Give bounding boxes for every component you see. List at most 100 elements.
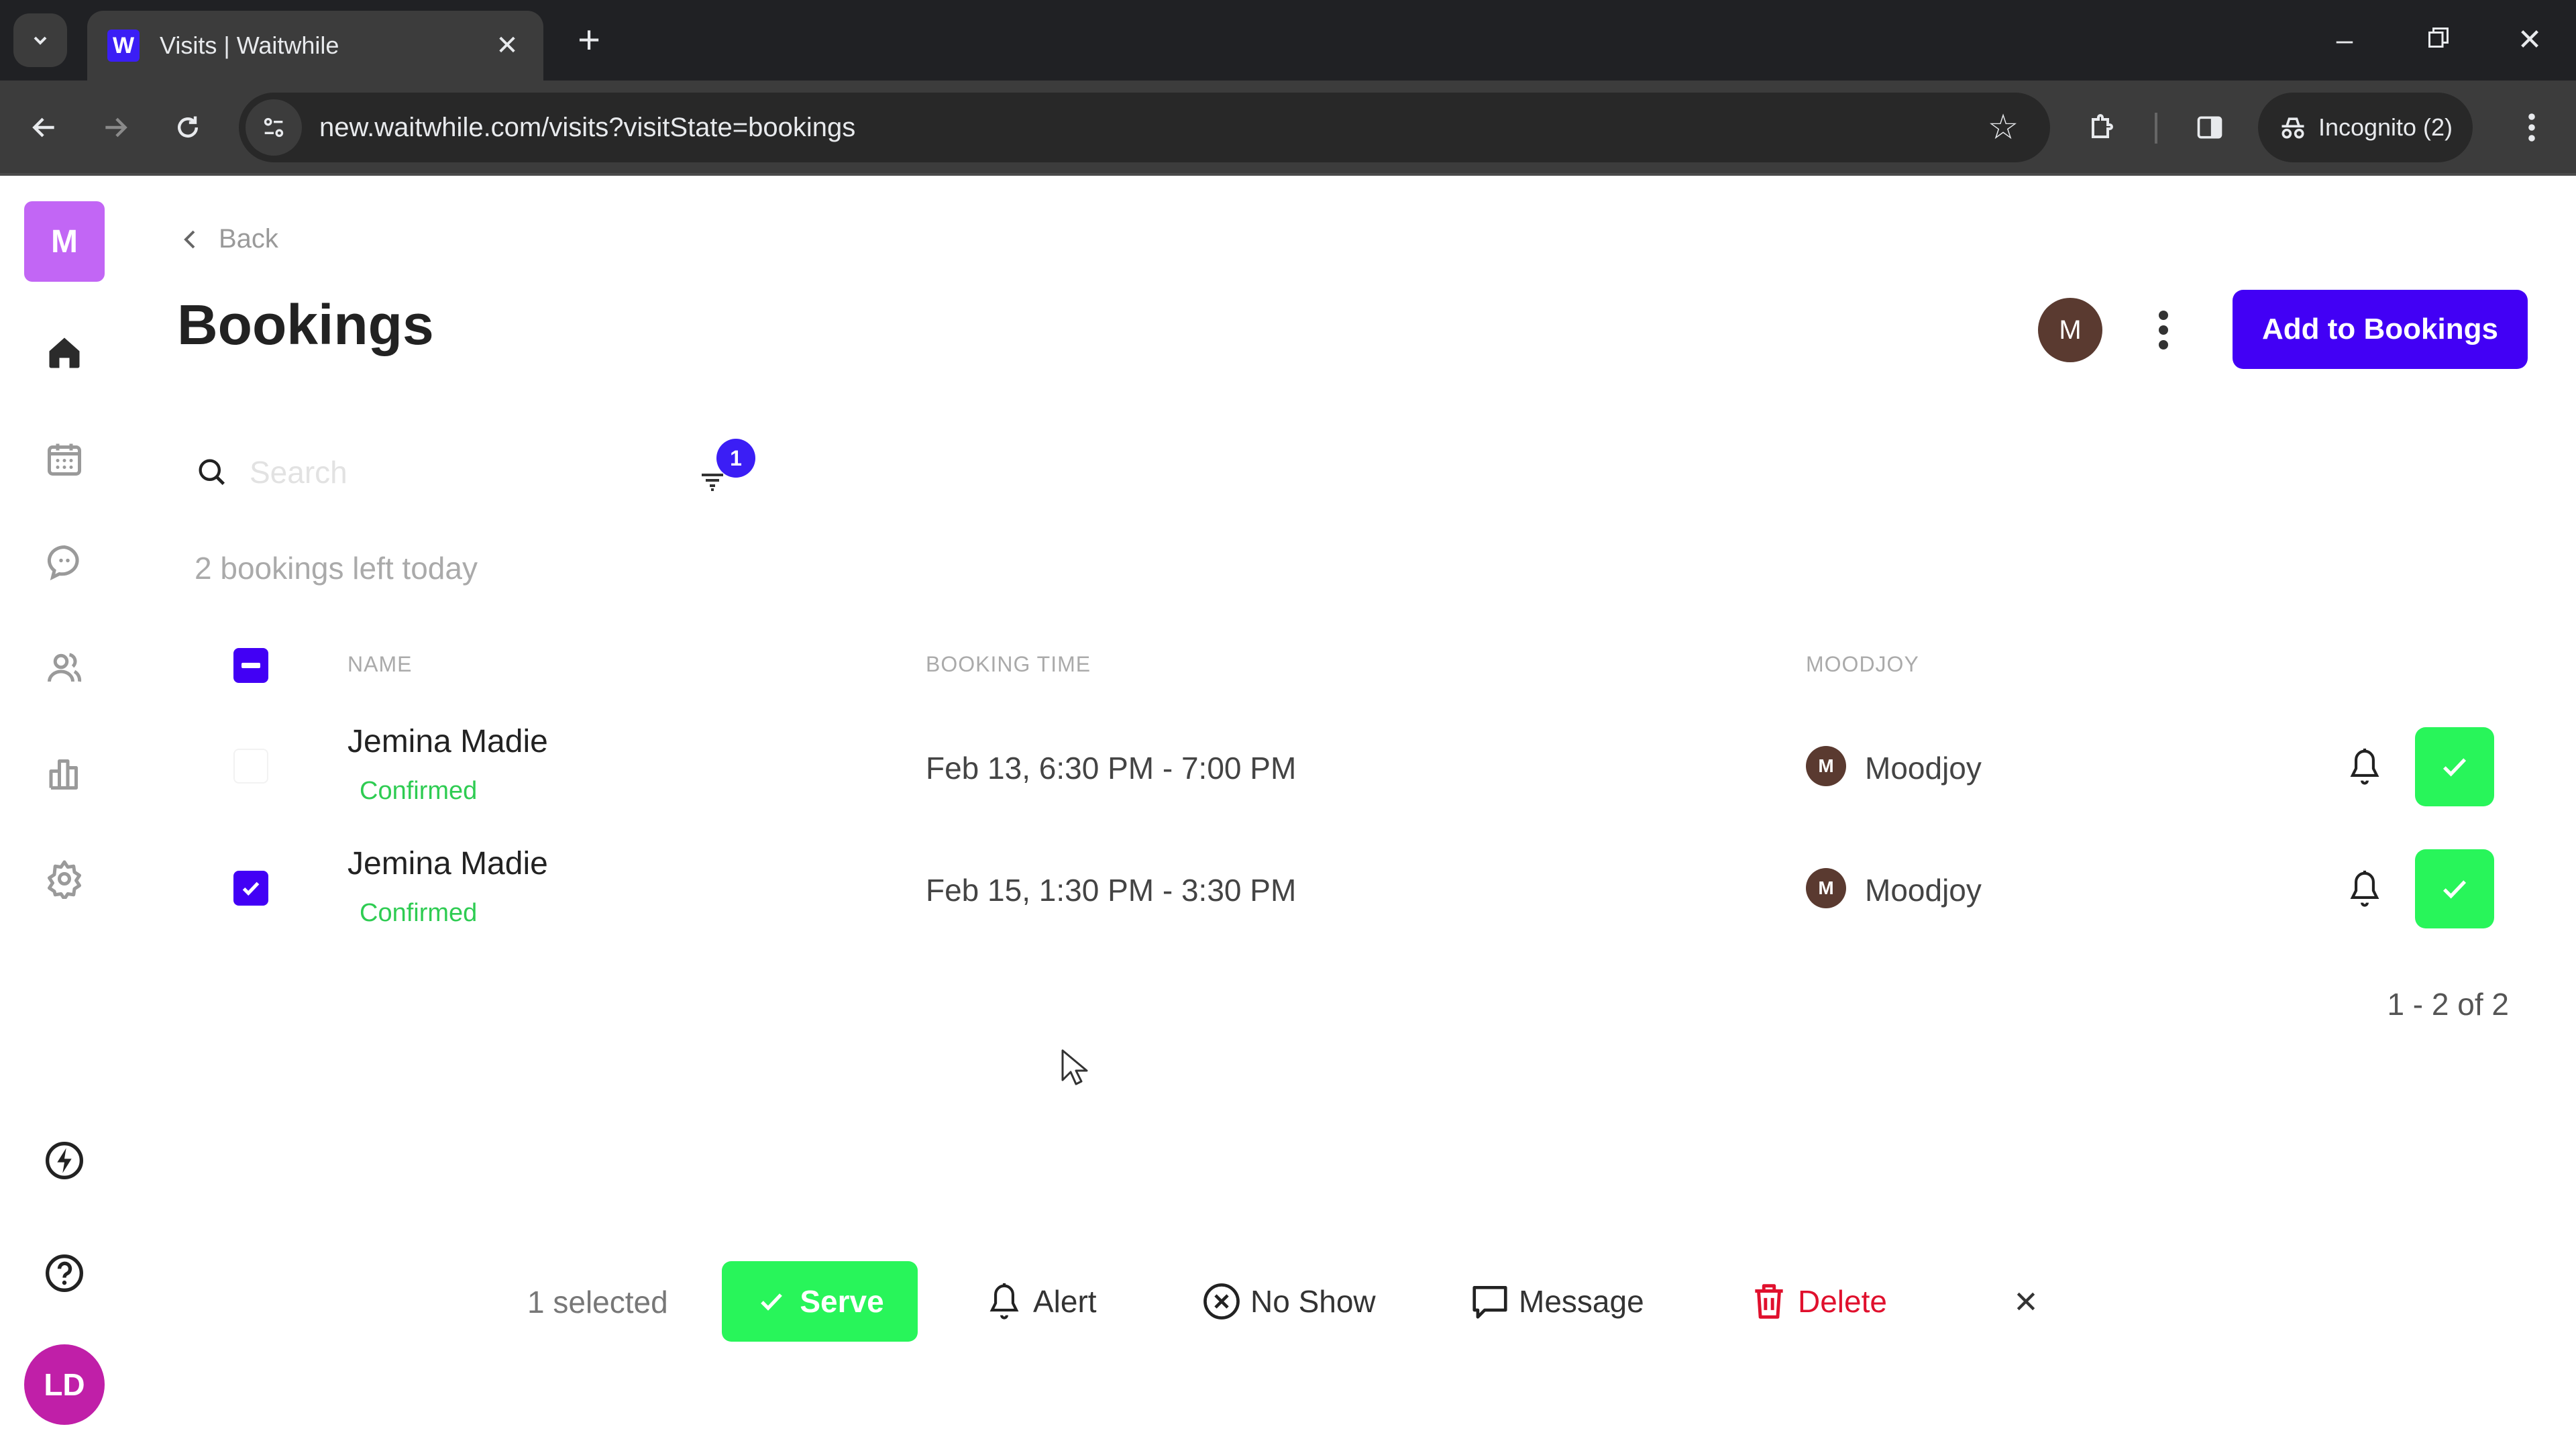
column-header-name[interactable]: NAME <box>347 652 412 677</box>
bulk-delete-label: Delete <box>1798 1284 1887 1319</box>
chevron-left-icon <box>184 230 195 248</box>
search-input[interactable] <box>250 454 652 490</box>
close-icon <box>2017 1292 2035 1311</box>
restore-icon <box>2428 28 2449 48</box>
browser-tabstrip: W Visits | Waitwhile ✕ + – ✕ <box>0 0 2576 80</box>
location-avatar: M <box>1806 868 1846 908</box>
waitwhile-favicon-icon: W <box>107 30 140 62</box>
clear-selection-button[interactable] <box>2004 1280 2047 1323</box>
alert-button[interactable] <box>2341 865 2388 912</box>
bookmark-star-icon[interactable]: ☆ <box>1976 107 2030 148</box>
gear-icon <box>48 860 81 899</box>
minimize-button[interactable]: – <box>2321 19 2368 62</box>
customer-name[interactable]: Jemina Madie <box>347 845 548 882</box>
trash-icon <box>1755 1284 1783 1319</box>
row-checkbox[interactable] <box>233 749 268 784</box>
selected-count: 1 selected <box>527 1285 668 1320</box>
puzzle-icon <box>2092 114 2113 138</box>
bulk-message-button[interactable]: Message <box>1469 1277 1644 1326</box>
users-icon <box>48 653 82 682</box>
page-title: Bookings <box>177 293 434 356</box>
close-window-button[interactable]: ✕ <box>2506 19 2553 62</box>
bulk-alert-button[interactable]: Alert <box>983 1277 1097 1326</box>
home-icon <box>49 337 80 368</box>
tune-icon <box>264 117 284 138</box>
chevron-down-icon <box>34 36 47 45</box>
forward-nav-button[interactable] <box>89 101 142 154</box>
filter-count-badge: 1 <box>716 439 755 478</box>
back-link[interactable]: Back <box>181 224 278 254</box>
more-options-button[interactable] <box>2140 302 2187 358</box>
reload-button[interactable] <box>161 101 215 154</box>
sidebar-item-help[interactable] <box>38 1246 91 1300</box>
lightning-icon <box>46 1142 83 1179</box>
extensions-button[interactable] <box>2076 101 2129 154</box>
location-name: Moodjoy <box>1865 751 1982 786</box>
kebab-menu-icon <box>2528 113 2535 142</box>
bell-icon <box>2350 870 2379 907</box>
sidebar-item-settings[interactable] <box>38 852 91 906</box>
back-label: Back <box>219 224 278 254</box>
restore-button[interactable] <box>2415 19 2462 62</box>
serve-button[interactable] <box>2415 727 2494 806</box>
back-nav-button[interactable] <box>17 101 71 154</box>
incognito-button[interactable]: Incognito (2) <box>2258 93 2473 162</box>
bulk-no-show-button[interactable]: No Show <box>1201 1277 1376 1326</box>
customer-name[interactable]: Jemina Madie <box>347 723 548 760</box>
arrow-left-icon <box>32 117 54 138</box>
booking-time: Feb 15, 1:30 PM - 3:30 PM <box>926 873 1297 908</box>
status-badge: Confirmed <box>360 899 478 927</box>
location-avatar[interactable]: M <box>2038 298 2102 362</box>
search-icon <box>199 459 225 486</box>
chat-icon <box>47 545 79 581</box>
bulk-no-show-label: No Show <box>1250 1284 1376 1319</box>
side-panel-button[interactable] <box>2183 101 2237 154</box>
column-header-booking-time[interactable]: BOOKING TIME <box>926 652 1091 677</box>
column-header-location[interactable]: MOODJOY <box>1806 652 1919 677</box>
bulk-alert-label: Alert <box>1033 1284 1097 1319</box>
sidebar-item-analytics[interactable] <box>38 746 91 800</box>
new-tab-button[interactable]: + <box>568 19 610 62</box>
bookings-left-summary: 2 bookings left today <box>195 551 478 586</box>
bulk-message-label: Message <box>1519 1284 1644 1319</box>
sidebar-item-calendar[interactable] <box>38 432 91 486</box>
help-icon <box>46 1254 83 1292</box>
check-icon <box>2443 758 2467 777</box>
bell-icon <box>989 1283 1019 1320</box>
bulk-delete-button[interactable]: Delete <box>1748 1277 1887 1326</box>
sidebar-item-home[interactable] <box>38 326 91 380</box>
address-bar[interactable]: new.waitwhile.com/visits?visitState=book… <box>239 93 2050 162</box>
tab-close-icon[interactable]: ✕ <box>491 30 523 61</box>
sidebar-item-messages[interactable] <box>38 535 91 589</box>
url-text[interactable]: new.waitwhile.com/visits?visitState=book… <box>319 113 1976 143</box>
org-logo[interactable]: M <box>24 201 105 282</box>
kebab-dot <box>2159 311 2168 320</box>
user-avatar[interactable]: LD <box>24 1344 105 1425</box>
sidebar-item-customers[interactable] <box>38 641 91 695</box>
x-circle-icon <box>1203 1283 1240 1320</box>
tab-search-button[interactable] <box>13 13 67 67</box>
reload-icon <box>177 116 199 138</box>
sidebar-item-updates[interactable] <box>38 1134 91 1187</box>
browser-toolbar: new.waitwhile.com/visits?visitState=book… <box>0 80 2576 176</box>
add-to-bookings-button[interactable]: Add to Bookings <box>2233 290 2528 369</box>
kebab-dot <box>2159 325 2168 335</box>
search-bar <box>195 448 704 496</box>
incognito-label: Incognito (2) <box>2318 113 2453 141</box>
serve-button[interactable] <box>2415 849 2494 928</box>
site-info-button[interactable] <box>246 99 302 156</box>
location-name: Moodjoy <box>1865 873 1982 908</box>
check-icon <box>761 1293 783 1311</box>
select-all-checkbox[interactable] <box>233 648 268 683</box>
bulk-serve-label: Serve <box>800 1284 884 1319</box>
side-panel-icon <box>2197 116 2222 139</box>
browser-tab-active[interactable]: W Visits | Waitwhile ✕ <box>87 11 543 80</box>
row-checkbox[interactable] <box>233 871 268 906</box>
checkmark-icon <box>242 881 260 896</box>
browser-menu-button[interactable] <box>2505 101 2559 154</box>
alert-button[interactable] <box>2341 743 2388 790</box>
bulk-action-bar: 1 selected Serve Alert No Show Message D… <box>510 1261 2053 1342</box>
bulk-serve-button[interactable]: Serve <box>722 1261 918 1342</box>
location-avatar: M <box>1806 746 1846 786</box>
status-badge: Confirmed <box>360 777 478 805</box>
